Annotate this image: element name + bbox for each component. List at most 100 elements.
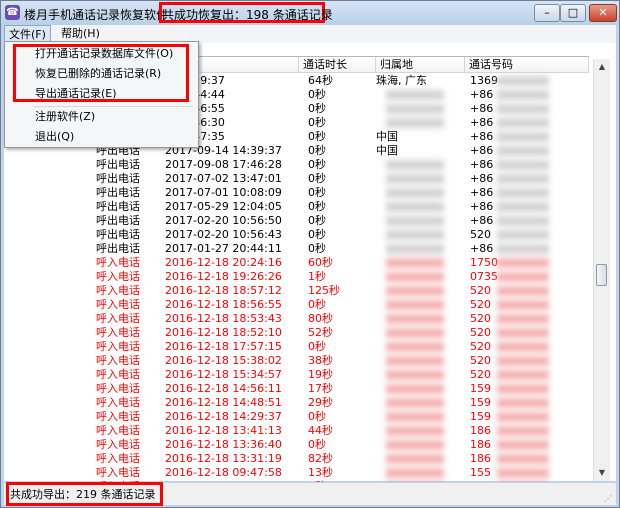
call-type-cell: 呼出电话 [96,242,140,255]
scroll-down-icon[interactable]: ▼ [594,465,610,481]
redaction-blur [497,76,549,86]
redaction-blur [386,272,444,282]
duration-cell: 0秒 [308,102,326,115]
table-row[interactable]: 呼出电话 2017-05-29 12:04:05 0秒 +86 [12,200,589,214]
phone-number-cell: +86 [470,172,494,185]
phone-number-cell: +86 [470,158,494,171]
duration-cell: 0秒 [308,158,326,171]
call-time-cell: 2017-02-20 10:56:43 [165,228,282,241]
call-time-cell: 2017-07-01 10:08:09 [165,186,282,199]
phone-number-cell: 520 [470,284,491,297]
call-time-cell: 2016-12-18 14:56:11 [165,382,282,395]
table-row[interactable]: 呼出电话 2017-01-27 20:44:11 0秒 +86 [12,242,589,256]
call-type-cell: 呼入电话 [96,340,140,353]
column-header-number[interactable]: 通话号码 [465,57,589,73]
table-row[interactable]: 呼出电话 2017-02-20 10:56:50 0秒 +86 [12,214,589,228]
window-title: 楼月手机通话记录恢复软件 [24,8,169,22]
call-type-cell: 呼入电话 [96,466,140,479]
redaction-blur [497,118,549,128]
phone-number-cell: 186 [470,424,491,437]
column-header-duration[interactable]: 通话时长 [299,57,376,73]
redaction-blur [497,398,549,408]
call-type-cell: 呼入电话 [96,284,140,297]
menu-register[interactable]: 注册软件(Z) [35,107,95,126]
redaction-blur [386,398,444,408]
table-row[interactable]: 呼入电话 2016-12-18 18:57:12 125秒 520 [12,284,589,298]
table-row[interactable]: 呼入电话 2016-12-18 19:26:26 1秒 0735 [12,270,589,284]
table-row[interactable]: 呼入电话 2016-12-18 13:36:40 0秒 186 [12,438,589,452]
title-bar[interactable]: ☎ 楼月手机通话记录恢复软件 共成功恢复出：198 条通话记录 – □ ✕ [1,1,619,25]
phone-number-cell: 520 [470,298,491,311]
redaction-blur [497,356,549,366]
call-time-cell: 2017-02-20 10:56:50 [165,214,282,227]
call-time-cell: 2016-12-18 14:29:37 [165,410,282,423]
redaction-blur [386,384,444,394]
table-row[interactable]: 呼出电话 2017-09-08 17:46:28 0秒 +86 [12,158,589,172]
redaction-blur [497,468,549,478]
call-time-cell: 2016-12-18 14:48:51 [165,396,282,409]
call-time-cell: 2016-12-18 13:41:13 [165,424,282,437]
table-row[interactable]: 呼入电话 2016-12-18 18:56:55 0秒 520 [12,298,589,312]
duration-cell: 0秒 [308,340,326,353]
close-button[interactable]: ✕ [589,4,617,22]
phone-number-cell: +86 [470,130,494,143]
table-row[interactable]: 呼入电话 2016-12-18 18:53:43 80秒 520 [12,312,589,326]
call-type-cell: 呼入电话 [96,270,140,283]
phone-number-cell: 520 [470,312,491,325]
redaction-blur [386,342,444,352]
redaction-blur [386,468,444,478]
call-type-cell: 呼入电话 [96,424,140,437]
resize-grip-icon[interactable]: ⋰ [604,494,616,504]
redaction-blur [386,356,444,366]
redaction-blur [386,454,444,464]
table-row[interactable]: 呼入电话 2016-12-18 15:34:57 19秒 520 [12,368,589,382]
maximize-button[interactable]: □ [560,4,586,22]
redaction-blur [497,384,549,394]
table-row[interactable]: 呼入电话 2016-12-18 13:31:19 82秒 186 [12,452,589,466]
redaction-blur [497,440,549,450]
redaction-blur [497,314,549,324]
redaction-blur [386,440,444,450]
duration-cell: 80秒 [308,312,333,325]
call-type-cell: 呼入电话 [96,256,140,269]
call-type-cell: 呼入电话 [96,354,140,367]
table-row[interactable]: 呼出电话 2017-02-20 10:56:43 0秒 520 [12,228,589,242]
redaction-blur [386,258,444,268]
menu-exit[interactable]: 退出(Q) [35,127,74,146]
phone-app-icon: ☎ [5,5,20,20]
call-time-cell: 2016-12-18 18:53:43 [165,312,282,325]
call-type-cell: 呼入电话 [96,326,140,339]
scroll-up-icon[interactable]: ▲ [594,59,610,75]
vertical-scrollbar[interactable]: ▲ ▼ [593,59,610,481]
table-row[interactable]: 呼入电话 2016-12-18 20:24:16 60秒 1750 [12,256,589,270]
scrollbar-thumb[interactable] [596,264,607,286]
call-time-cell: 2016-12-18 17:57:15 [165,340,282,353]
minimize-button[interactable]: – [534,4,560,22]
table-row[interactable]: 呼入电话 2016-12-18 18:52:10 52秒 520 [12,326,589,340]
status-text: 共成功导出：219 条通话记录 [10,488,156,501]
table-row[interactable]: 呼入电话 2016-12-18 13:41:13 44秒 186 [12,424,589,438]
table-row[interactable]: 呼入电话 2016-12-18 14:29:37 0秒 159 [12,410,589,424]
call-time-cell: 2016-12-18 15:34:57 [165,368,282,381]
redaction-blur [497,412,549,422]
table-row[interactable]: 呼入电话 2016-12-18 14:48:51 29秒 159 [12,396,589,410]
table-row[interactable]: 呼出电话 2017-07-01 10:08:09 0秒 +86 [12,186,589,200]
table-row[interactable]: 呼入电话 2016-12-18 17:57:15 0秒 520 [12,340,589,354]
table-row[interactable]: 呼出电话 2017-07-02 13:47:01 0秒 +86 [12,172,589,186]
duration-cell: 29秒 [308,396,333,409]
redaction-blur [386,160,444,170]
duration-cell: 0秒 [308,480,326,482]
redaction-blur [497,230,549,240]
duration-cell: 0秒 [308,228,326,241]
table-row[interactable]: 呼入电话 2016-12-18 15:38:02 38秒 520 [12,354,589,368]
column-header-location[interactable]: 归属地 [376,57,465,73]
phone-number-cell: 520 [470,368,491,381]
call-type-cell: 呼入电话 [96,298,140,311]
redaction-blur [497,342,549,352]
redaction-blur [497,104,549,114]
duration-cell: 0秒 [308,172,326,185]
phone-number-cell: 159 [470,382,491,395]
table-row[interactable]: 呼入电话 2016-12-18 09:47:58 13秒 155 [12,466,589,480]
redaction-blur [386,286,444,296]
table-row[interactable]: 呼入电话 2016-12-18 14:56:11 17秒 159 [12,382,589,396]
